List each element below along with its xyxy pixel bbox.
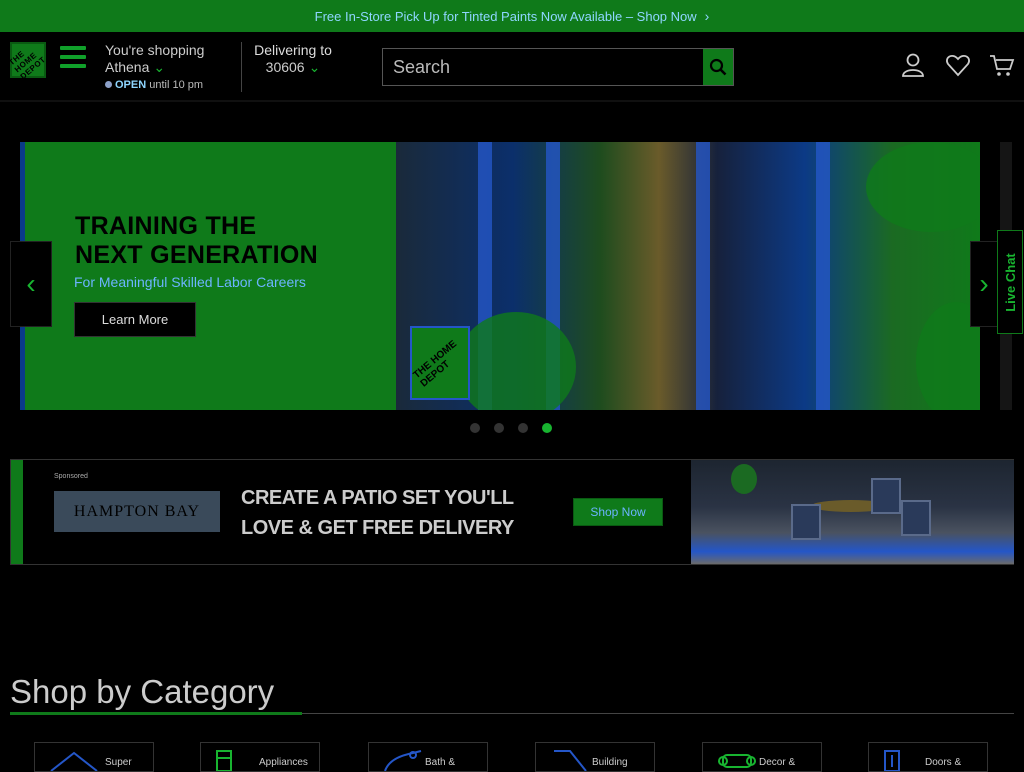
delivery-label: Delivering to xyxy=(254,42,332,58)
store-selector[interactable]: You're shopping Athena ⌄ OPEN until 10 pm xyxy=(105,42,204,94)
live-chat-label: Live Chat xyxy=(1002,252,1018,312)
chevron-down-icon: ⌄ xyxy=(308,59,321,75)
status-dot xyxy=(105,81,112,88)
site-header: THE HOME DEPOT You're shopping Athena ⌄ O… xyxy=(0,32,1024,102)
carousel-dot[interactable] xyxy=(494,423,504,433)
category-label: Bath & xyxy=(425,757,456,768)
hero-title: TRAINING THE NEXT GENERATION xyxy=(75,212,318,269)
search-bar xyxy=(382,48,734,86)
category-heading-underline xyxy=(10,712,302,715)
hero-text-panel: TRAINING THE NEXT GENERATION For Meaning… xyxy=(20,142,396,410)
store-hours: until 10 pm xyxy=(149,79,204,91)
store-name: Athena xyxy=(105,59,150,75)
store-label: You're shopping xyxy=(105,42,205,58)
chevron-right-icon: › xyxy=(704,8,710,24)
sponsored-label: Sponsored xyxy=(54,473,88,480)
home-depot-logo[interactable]: THE HOME DEPOT xyxy=(7,42,48,81)
carousel-next-button[interactable]: › xyxy=(970,241,998,327)
sponsored-ad[interactable]: Sponsored HAMPTON BAY CREATE A PATIO SET… xyxy=(10,459,1014,565)
chevron-down-icon: ⌄ xyxy=(153,59,166,75)
delivery-zip: 30606 xyxy=(265,59,305,75)
search-button[interactable] xyxy=(703,49,733,85)
carousel-dot[interactable] xyxy=(518,423,528,433)
category-label: Appliances xyxy=(259,757,308,768)
search-icon xyxy=(709,58,727,76)
carousel-dot-active[interactable] xyxy=(542,423,552,433)
promo-bar[interactable]: Free In-Store Pick Up for Tinted Paints … xyxy=(0,0,1024,32)
promo-text[interactable]: Free In-Store Pick Up for Tinted Paints … xyxy=(315,9,697,24)
category-label: Super xyxy=(105,757,132,768)
logo-text: THE HOME DEPOT xyxy=(7,48,48,81)
category-label: Decor & xyxy=(759,757,796,768)
category-label: Doors & xyxy=(925,757,962,768)
patio-photo xyxy=(691,460,1014,564)
carousel-dots xyxy=(470,423,552,433)
learn-more-button[interactable]: Learn More xyxy=(74,302,196,337)
chevron-left-icon: ‹ xyxy=(26,268,36,299)
shop-now-button[interactable]: Shop Now xyxy=(573,498,663,526)
cart-icon[interactable] xyxy=(989,52,1015,78)
hampton-bay-logo: HAMPTON BAY xyxy=(54,491,220,532)
heart-icon[interactable] xyxy=(945,52,971,78)
delivery-selector[interactable]: Delivering to 30606 ⌄ xyxy=(253,42,333,76)
live-chat-button[interactable]: Live Chat xyxy=(997,230,1023,334)
ad-accent-bar xyxy=(11,460,23,564)
hero-photo: THE HOME DEPOT xyxy=(396,142,980,410)
hero-banner[interactable]: TRAINING THE NEXT GENERATION For Meaning… xyxy=(20,142,980,410)
hamburger-menu-icon[interactable] xyxy=(60,46,86,68)
carousel-dot[interactable] xyxy=(470,423,480,433)
chevron-right-icon: › xyxy=(979,268,989,299)
account-icon[interactable] xyxy=(900,52,926,78)
home-depot-foundation-logo: THE HOME DEPOT xyxy=(410,326,470,400)
shop-by-category-heading: Shop by Category xyxy=(10,673,275,710)
search-input[interactable] xyxy=(383,49,703,85)
header-divider xyxy=(241,42,242,92)
carousel-prev-button[interactable]: ‹ xyxy=(10,241,52,327)
store-status: OPEN xyxy=(115,79,147,91)
ad-headline: CREATE A PATIO SET YOU'LL LOVE & GET FRE… xyxy=(241,487,514,539)
category-label: Building xyxy=(592,757,628,768)
hero-subtitle: For Meaningful Skilled Labor Careers xyxy=(74,274,306,290)
